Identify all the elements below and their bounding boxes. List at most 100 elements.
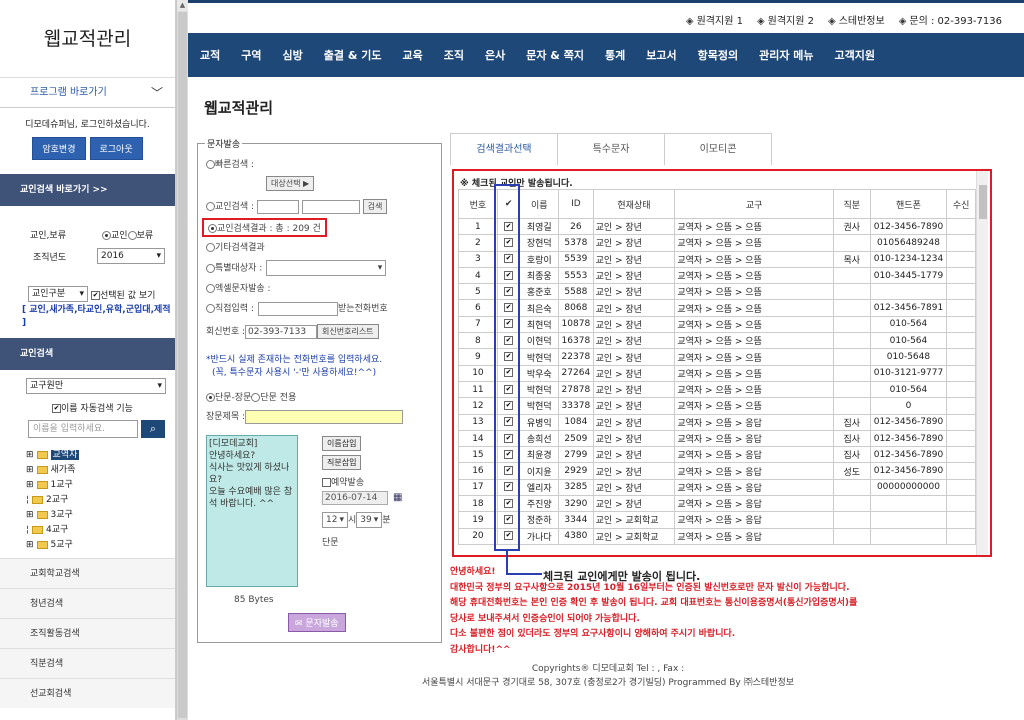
message-textarea[interactable]: [디모데교회] 안녕하세요? 식사는 맛있게 하셨나요? 오늘 수요예배 많은 … [206, 435, 298, 587]
minute-select[interactable]: 39 [356, 512, 383, 528]
radio-quick-search[interactable] [206, 160, 215, 169]
tree-item[interactable]: ⊞ 1교구 [26, 478, 79, 493]
tree-item[interactable]: ⊞ 3교구 [26, 508, 79, 523]
table-row[interactable]: 20 ✔ 가나다 4380 교인 > 교회학교 교역자 > 으뜸 > 응답 [458, 527, 976, 545]
scroll-up-icon[interactable]: ▲ [177, 0, 188, 11]
result-scroll-thumb[interactable] [979, 185, 987, 219]
table-row[interactable]: 3 ✔ 호랑이 5539 교인 > 장년 교역자 > 으뜸 > 으뜸 목사 010-1234-… [458, 250, 976, 268]
radio-search-result[interactable] [208, 224, 217, 233]
return-number-input[interactable]: 02-393-7133 [245, 324, 318, 339]
calendar-icon[interactable]: ▦ [393, 492, 402, 503]
radio-excel[interactable] [206, 284, 215, 293]
tree-expander-icon[interactable]: ¦ [26, 525, 29, 535]
special-target-select[interactable] [266, 260, 387, 276]
tree-expander-icon[interactable]: ⊞ [26, 450, 34, 460]
sidebar-link-5[interactable]: 선교회검색 [0, 678, 175, 708]
tree-item[interactable]: ⊞ 교역자 [26, 448, 80, 463]
table-row[interactable]: 17 ✔ 엘리자 3285 교인 > 장년 교역자 > 으뜸 > 응답 0000000000… [458, 478, 976, 497]
radio-short-long[interactable] [206, 393, 215, 402]
scroll-thumb[interactable] [178, 12, 187, 718]
tree-expander-icon[interactable]: ⊞ [26, 480, 34, 490]
table-row[interactable]: 4 ✔ 최종웅 5553 교인 > 장년 교역자 > 으뜸 > 으뜸 010-3445-17… [458, 266, 976, 285]
insert-role-button[interactable]: 직분삽입 [322, 455, 362, 470]
year-select[interactable]: 2016 [97, 248, 165, 264]
auto-search-checkbox[interactable]: ✔ [52, 404, 61, 413]
send-sms-button[interactable]: ✉ 문자발송 [288, 613, 346, 632]
result-scrollbar[interactable] [976, 171, 988, 555]
radio-direct-input[interactable] [206, 304, 215, 313]
table-row[interactable]: 6 ✔ 최은숙 8068 교인 > 장년 교역자 > 으뜸 > 으뜸 012-3456-78… [458, 299, 976, 317]
table-row[interactable]: 7 ✔ 최현덕 10878 교인 > 장년 교역자 > 으뜸 > 으뜸 010-564 [458, 315, 976, 334]
top-link-3[interactable]: ◈ 스테반정보 [828, 12, 885, 27]
nav-item-10[interactable]: 보고서 [646, 47, 676, 63]
target-select-button[interactable]: 대상선택 ▶ [266, 176, 315, 191]
sidebar-link-2[interactable]: 청년검색 [0, 588, 175, 618]
tree-expander-icon[interactable]: ⊞ [26, 510, 34, 520]
sidebar-link-4[interactable]: 직분검색 [0, 648, 175, 678]
tree-expander-icon[interactable]: ⊞ [26, 540, 34, 550]
radio-member-search[interactable] [206, 202, 215, 211]
page-scrollbar[interactable]: ▲ [176, 0, 188, 720]
direct-input-field[interactable] [258, 301, 339, 316]
insert-name-button[interactable]: 이름삽입 [322, 436, 362, 451]
table-row[interactable]: 14 ✔ 송희선 2509 교인 > 장년 교역자 > 으뜸 > 응답 집사 012-3456… [458, 429, 976, 448]
nav-item-1[interactable]: 교적 [200, 47, 220, 63]
tab-search-result[interactable]: 검색결과선택 [450, 133, 558, 165]
table-row[interactable]: 16 ✔ 이지윤 2929 교인 > 장년 교역자 > 으뜸 > 응답 성도 012-3456… [458, 462, 976, 480]
tree-item[interactable]: ⊞ 새가족 [26, 463, 79, 478]
reserve-date-input[interactable]: 2016-07-14 [322, 491, 388, 505]
search-shortcut[interactable]: 교인검색 바로가기 >> [0, 174, 175, 206]
password-change-button[interactable]: 암호변경 [32, 137, 86, 160]
tree-item[interactable]: ¦ 2교구 [26, 493, 79, 508]
radio-member[interactable] [102, 231, 111, 240]
nav-item-12[interactable]: 관리자 메뉴 [759, 47, 813, 63]
sidebar-link-1[interactable]: 교회학교검색 [0, 558, 175, 588]
logout-button[interactable]: 로그아웃 [89, 137, 143, 160]
nav-item-9[interactable]: 통계 [605, 47, 625, 63]
search-icon[interactable]: ⌕ [141, 420, 165, 438]
table-row[interactable]: 8 ✔ 이현덕 16378 교인 > 장년 교역자 > 으뜸 > 으뜸 010-564 [458, 332, 976, 350]
table-row[interactable]: 11 ✔ 박현덕 27878 교인 > 장년 교역자 > 으뜸 > 으뜸 010-564 [458, 380, 976, 399]
radio-other-result[interactable] [206, 243, 215, 252]
table-row[interactable]: 2 ✔ 장현덕 5378 교인 > 장년 교역자 > 으뜸 > 으뜸 01056489248 [458, 234, 976, 252]
top-link-2[interactable]: ◈ 원격지원 2 [757, 12, 814, 27]
top-link-1[interactable]: ◈ 원격지원 1 [686, 12, 743, 27]
nav-item-11[interactable]: 항목정의 [698, 47, 738, 63]
sidebar-link-3[interactable]: 조직활동검색 [0, 618, 175, 648]
table-row[interactable]: 19 ✔ 정준하 3344 교인 > 교회학교 교역자 > 으뜸 > 응답 [458, 511, 976, 529]
name-search-input[interactable]: 이름을 입력하세요. [28, 420, 138, 438]
reserve-checkbox[interactable] [322, 478, 331, 487]
top-link-4[interactable]: ◈ 문의 : 02-393-7136 [899, 12, 1002, 27]
member-search-input-1[interactable] [256, 199, 299, 214]
return-list-button[interactable]: 회신번호리스트 [317, 324, 379, 339]
nav-item-3[interactable]: 심방 [283, 47, 303, 63]
chevron-down-icon[interactable]: ﹀ [151, 78, 163, 108]
long-title-input[interactable] [245, 409, 404, 424]
nav-item-7[interactable]: 은사 [485, 47, 505, 63]
tab-emoticons[interactable]: 이모티콘 [664, 133, 772, 165]
hour-select[interactable]: 12 [322, 512, 348, 528]
table-row[interactable]: 18 ✔ 주진양 3290 교인 > 장년 교역자 > 으뜸 > 응답 [458, 495, 976, 513]
table-row[interactable]: 13 ✔ 유병익 1084 교인 > 장년 교역자 > 으뜸 > 응답 집사 012-3456… [458, 413, 976, 431]
table-row[interactable]: 10 ✔ 박우숙 27264 교인 > 장년 교역자 > 으뜸 > 으뜸 010-3121-… [458, 364, 976, 382]
show-selected-checkbox[interactable]: ✔ [91, 291, 100, 300]
member-search-button[interactable]: 검색 [362, 199, 388, 214]
district-select[interactable]: 교구원만 [26, 378, 166, 394]
nav-item-6[interactable]: 조직 [444, 47, 464, 63]
tree-item[interactable]: ⊞ 5교구 [26, 538, 79, 553]
table-row[interactable]: 12 ✔ 박현덕 33378 교인 > 장년 교역자 > 으뜸 > 으뜸 0 [458, 397, 976, 415]
tree-item[interactable]: ¦ 4교구 [26, 523, 79, 538]
table-row[interactable]: 5 ✔ 홍준호 5588 교인 > 장년 교역자 > 으뜸 > 으뜸 [458, 283, 976, 301]
tab-special-chars[interactable]: 특수문자 [557, 133, 665, 165]
nav-item-8[interactable]: 문자 & 쪽지 [526, 47, 584, 63]
nav-item-2[interactable]: 구역 [241, 47, 261, 63]
table-row[interactable]: 15 ✔ 최윤경 2799 교인 > 장년 교역자 > 으뜸 > 응답 집사 012-3456… [458, 446, 976, 464]
table-row[interactable]: 9 ✔ 박현덕 22378 교인 > 장년 교역자 > 으뜸 > 으뜸 010-5648 [458, 348, 976, 366]
program-shortcut[interactable]: 프로그램 바로가기 ﹀ [0, 78, 175, 108]
table-row[interactable]: 1 ✔ 최영길 26 교인 > 장년 교역자 > 으뜸 > 으뜸 권사 012-3456-78… [458, 217, 976, 236]
tree-expander-icon[interactable]: ¦ [26, 495, 29, 505]
radio-hold[interactable] [127, 231, 137, 240]
nav-item-13[interactable]: 고객지원 [835, 47, 875, 63]
radio-special-target[interactable] [206, 263, 215, 273]
type-select[interactable]: 교인구분 [28, 286, 88, 302]
